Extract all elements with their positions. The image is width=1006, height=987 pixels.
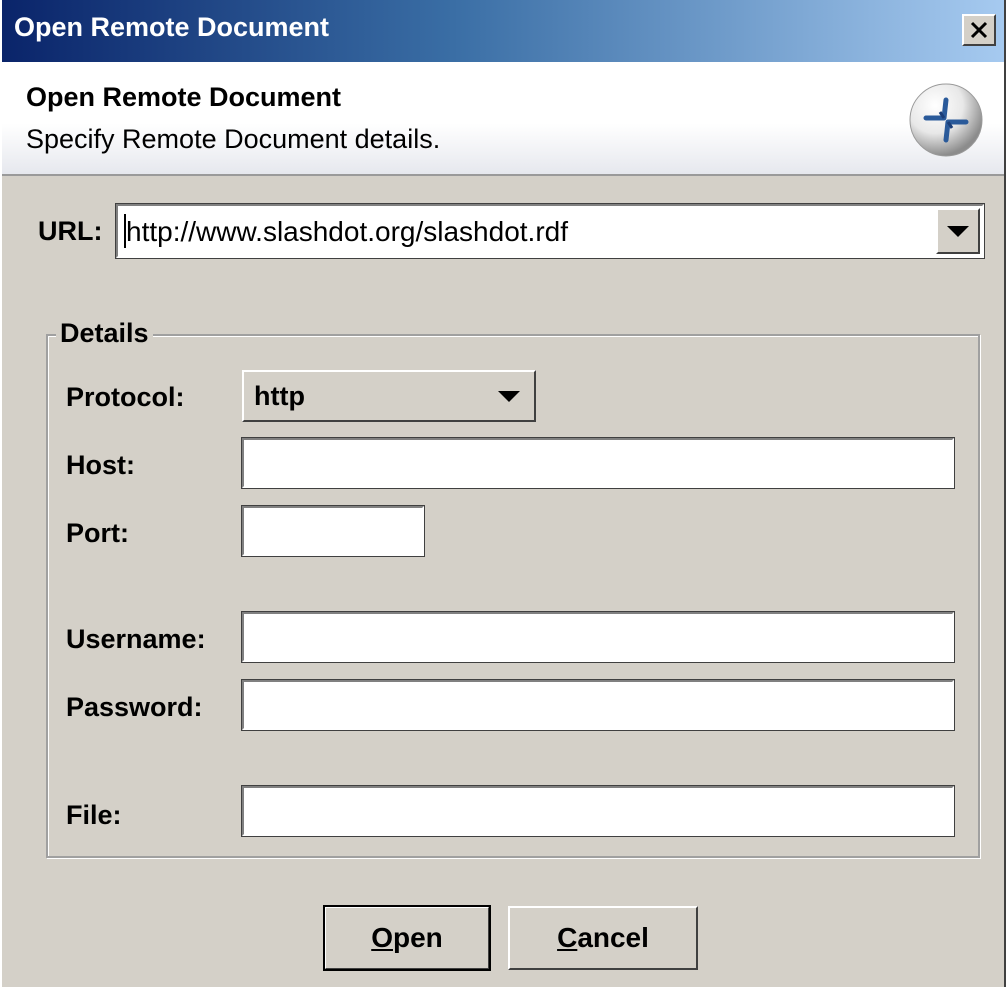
- cancel-mnemonic: C: [557, 922, 578, 953]
- window-title: Open Remote Document: [14, 12, 330, 42]
- cancel-button[interactable]: Cancel: [508, 906, 698, 970]
- close-button[interactable]: [962, 14, 996, 46]
- url-input[interactable]: http://www.slashdot.org/slashdot.rdf: [126, 216, 568, 248]
- username-input[interactable]: [241, 611, 955, 663]
- protocol-label: Protocol:: [66, 382, 185, 412]
- banner-subheading: Specify Remote Document details.: [26, 124, 441, 154]
- file-input[interactable]: [241, 785, 955, 837]
- url-combobox[interactable]: http://www.slashdot.org/slashdot.rdf: [115, 203, 985, 259]
- url-dropdown-button[interactable]: [936, 208, 980, 254]
- host-label: Host:: [66, 450, 135, 480]
- port-label: Port:: [66, 518, 129, 548]
- details-legend: Details: [56, 318, 153, 349]
- username-label: Username:: [66, 624, 206, 654]
- chevron-down-icon: [498, 391, 520, 402]
- header-banner: Open Remote Document Specify Remote Docu…: [2, 62, 1004, 176]
- banner-heading: Open Remote Document: [26, 82, 342, 112]
- remote-document-icon: [909, 83, 983, 157]
- open-remote-document-dialog: Open Remote Document Open Remote Documen…: [0, 0, 1006, 987]
- file-label: File:: [66, 800, 122, 830]
- chevron-down-icon: [947, 226, 969, 237]
- port-input[interactable]: [241, 505, 425, 557]
- protocol-value: http: [254, 381, 305, 411]
- cancel-label-rest: ancel: [577, 922, 649, 953]
- close-icon: [970, 21, 988, 39]
- url-label: URL:: [38, 216, 103, 246]
- protocol-select[interactable]: http: [242, 370, 536, 422]
- open-mnemonic: O: [371, 922, 393, 953]
- title-bar[interactable]: Open Remote Document: [2, 0, 1004, 62]
- password-input[interactable]: [241, 679, 955, 731]
- open-button[interactable]: Open: [323, 905, 491, 971]
- password-label: Password:: [66, 692, 203, 722]
- host-input[interactable]: [241, 437, 955, 489]
- open-label-rest: pen: [393, 922, 443, 953]
